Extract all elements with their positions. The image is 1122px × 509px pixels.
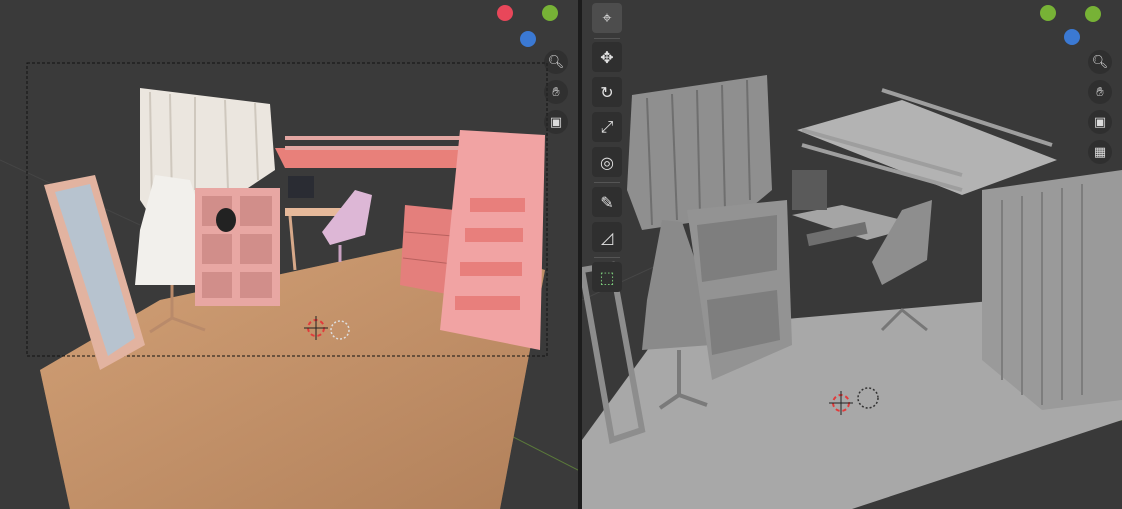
solid-scene: [582, 75, 1122, 509]
monitor-solid: [792, 170, 827, 210]
transform-tool-icon[interactable]: ◎: [592, 147, 622, 177]
gaming-chair: [322, 190, 372, 245]
cursor-tool-icon[interactable]: ⌖: [592, 3, 622, 33]
camera-icon[interactable]: ▣: [544, 110, 568, 134]
hand-pan-icon[interactable]: ✋︎: [1088, 80, 1112, 104]
annotate-tool-icon[interactable]: ✎: [592, 187, 622, 217]
gizmo-z-axis[interactable]: [520, 31, 536, 47]
measure-tool-icon[interactable]: ◿: [592, 222, 622, 252]
scale-tool-icon[interactable]: ⤢: [592, 112, 622, 142]
move-tool-icon[interactable]: ✥: [592, 42, 622, 72]
grid-icon[interactable]: ▦: [1088, 140, 1112, 164]
chair-solid: [872, 200, 932, 285]
gizmo-x-axis[interactable]: [497, 5, 513, 21]
rendered-scene: [0, 62, 578, 509]
gizmo-y-axis[interactable]: [542, 5, 558, 21]
gizmo-z-axis-solid[interactable]: [1064, 29, 1080, 45]
gizmo-y-axis-solid[interactable]: [1040, 5, 1056, 21]
monitor: [288, 176, 314, 198]
zoom-icon[interactable]: 🔍︎: [544, 50, 568, 74]
rotate-tool-icon[interactable]: ↻: [592, 77, 622, 107]
zoom-icon[interactable]: 🔍︎: [1088, 50, 1112, 74]
viewport-solid[interactable]: 🔍︎ ✋︎ ▣ ▦: [582, 0, 1122, 509]
viewport-rendered[interactable]: 🔍︎ ✋︎ ▣: [0, 0, 578, 509]
add-cube-tool-icon[interactable]: ⬚: [592, 262, 622, 292]
camera-icon[interactable]: ▣: [1088, 110, 1112, 134]
gizmo-y2-axis-solid[interactable]: [1085, 6, 1101, 22]
hand-pan-icon[interactable]: ✋︎: [544, 80, 568, 104]
